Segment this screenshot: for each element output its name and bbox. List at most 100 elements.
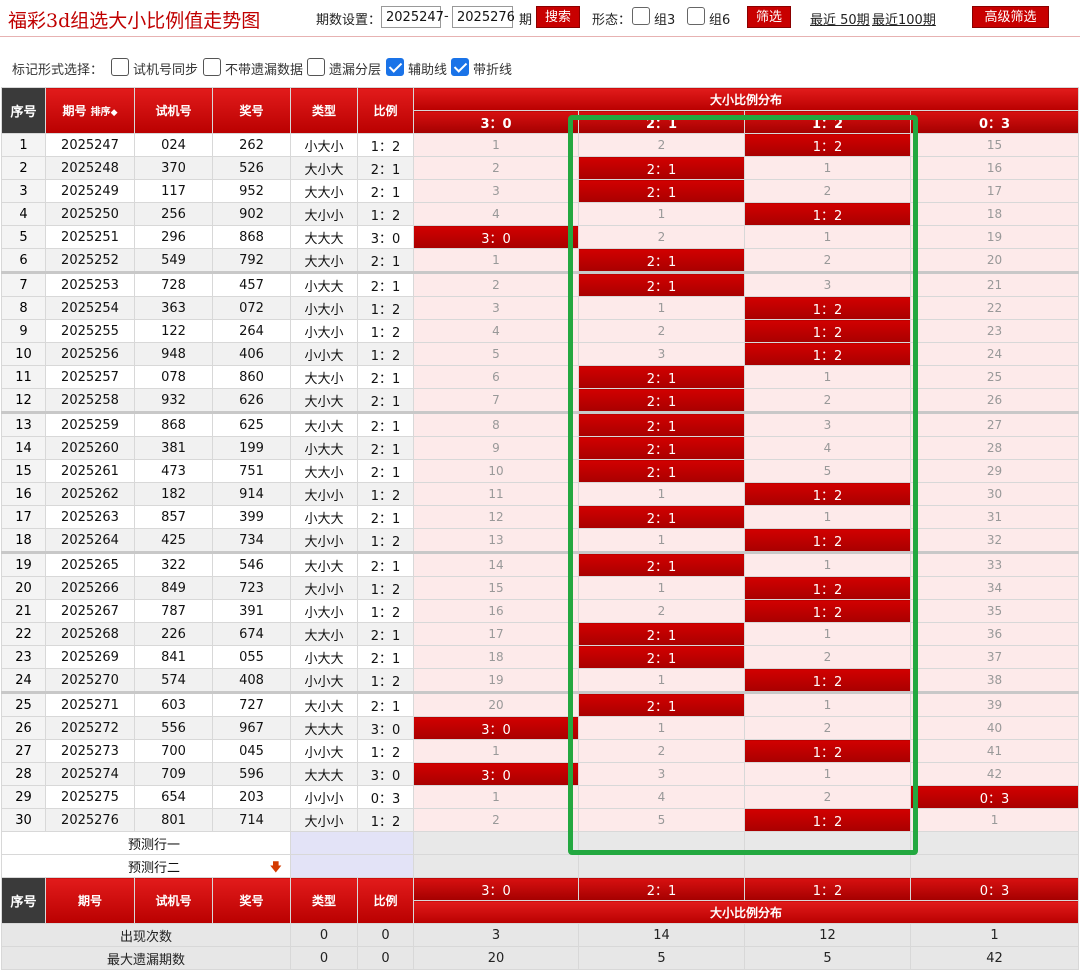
header-issue[interactable]: 期号 排序◆ — [45, 87, 135, 134]
predict-row-2-cell[interactable] — [413, 854, 579, 878]
row-type: 小小小 — [290, 785, 358, 809]
header-type: 类型 — [290, 87, 358, 134]
row-ratio: 2：1 — [357, 551, 414, 577]
table-row: 2 2025248 370 526 大小大 2：1 2 2：1 1 16 — [1, 156, 1080, 180]
row-issue: 2025249 — [45, 179, 135, 203]
row-prize: 751 — [212, 459, 291, 483]
row-ratio: 1：2 — [357, 528, 414, 553]
footer-distribution: 大小比例分布 — [412, 900, 1080, 924]
predict-row-2-cell[interactable] — [744, 854, 911, 878]
table-row: 17 2025263 857 399 小大大 2：1 12 2：1 1 31 — [1, 505, 1080, 529]
search-button[interactable]: 搜索 — [536, 6, 580, 28]
ratio-hit-cell: 2：1 — [578, 551, 745, 577]
row-seq: 7 — [1, 271, 46, 297]
no-missing-data-checkbox[interactable] — [203, 58, 221, 76]
missing-count-cell: 32 — [909, 528, 1080, 553]
period-end-input[interactable]: 2025276 — [452, 6, 515, 28]
recent-100-link[interactable]: 最近100期 — [872, 9, 936, 28]
missing-count-cell: 9 — [413, 436, 579, 460]
predict-row-1-cell[interactable] — [909, 831, 1080, 855]
group6-checkbox[interactable] — [687, 7, 705, 25]
row-ratio: 2：1 — [357, 248, 414, 273]
missing-count-cell: 24 — [909, 342, 1080, 366]
filter-button[interactable]: 筛选 — [747, 6, 791, 28]
row-trial: 700 — [134, 739, 213, 763]
ratio-hit-cell: 1：2 — [744, 319, 911, 343]
predict-row-1-cell[interactable] — [578, 831, 745, 855]
missing-count-cell: 18 — [909, 202, 1080, 226]
row-type: 大小大 — [290, 551, 358, 577]
predict-row-2-cell[interactable] — [909, 854, 1080, 878]
row-type: 小大小 — [290, 599, 358, 623]
period-start-input[interactable]: 2025247 — [381, 6, 444, 28]
table-row: 28 2025274 709 596 大大大 3：0 3：0 3 1 42 — [1, 762, 1080, 786]
row-issue: 2025258 — [45, 388, 135, 413]
table-row: 21 2025267 787 391 小大小 1：2 16 2 1：2 35 — [1, 599, 1080, 623]
missing-count-cell: 33 — [909, 551, 1080, 577]
stat-occurrence-value: 3 — [413, 923, 579, 947]
row-prize: 727 — [212, 691, 291, 717]
predict-row-2-cell[interactable] — [578, 854, 745, 878]
row-ratio: 1：2 — [357, 296, 414, 320]
arrow-down-icon[interactable]: 🡇 — [270, 858, 282, 877]
missing-count-cell: 4 — [578, 785, 745, 809]
row-trial: 256 — [134, 202, 213, 226]
row-issue: 2025251 — [45, 225, 135, 249]
row-seq: 28 — [1, 762, 46, 786]
missing-count-cell: 1 — [413, 785, 579, 809]
row-type: 大大大 — [290, 762, 358, 786]
row-seq: 29 — [1, 785, 46, 809]
predict-row-1-cell[interactable] — [413, 831, 579, 855]
table-row: 24 2025270 574 408 小小大 1：2 19 1 1：2 38 — [1, 668, 1080, 693]
predict-row-1-cell[interactable] — [744, 831, 911, 855]
polyline-checkbox[interactable] — [451, 58, 469, 76]
predict-row-2-text: 预测行二 — [127, 860, 180, 876]
row-issue: 2025252 — [45, 248, 135, 273]
footer-prize: 奖号 — [212, 877, 291, 924]
row-seq: 5 — [1, 225, 46, 249]
ratio-hit-cell: 1：2 — [744, 133, 911, 157]
row-seq: 3 — [1, 179, 46, 203]
period-label: 期数设置： — [316, 13, 382, 28]
missing-count-cell: 1 — [578, 528, 745, 553]
recent-50-link[interactable]: 最近 50期 — [810, 9, 870, 28]
row-type: 小大大 — [290, 645, 358, 669]
ratio-hit-cell: 1：2 — [744, 808, 911, 832]
row-trial: 556 — [134, 716, 213, 740]
row-prize: 199 — [212, 436, 291, 460]
marker-options-label: 标记形式选择： — [12, 63, 104, 78]
table-row: 10 2025256 948 406 小小大 1：2 5 3 1：2 24 — [1, 342, 1080, 366]
row-seq: 19 — [1, 551, 46, 577]
row-ratio: 3：0 — [357, 762, 414, 786]
missing-count-cell: 1 — [413, 248, 579, 273]
row-issue: 2025259 — [45, 411, 135, 437]
row-issue: 2025265 — [45, 551, 135, 577]
row-issue: 2025264 — [45, 528, 135, 553]
aux-line-checkbox[interactable] — [386, 58, 404, 76]
row-trial: 122 — [134, 319, 213, 343]
ratio-hit-cell: 1：2 — [744, 296, 911, 320]
period-unit: 期 — [519, 13, 533, 28]
missing-count-cell: 10 — [413, 459, 579, 483]
missing-count-cell: 16 — [909, 156, 1080, 180]
missing-count-cell: 1 — [413, 739, 579, 763]
group3-checkbox[interactable] — [632, 7, 650, 25]
stat-max-miss-value: 5 — [744, 946, 911, 970]
missing-count-cell: 3 — [413, 179, 579, 203]
ratio-hit-cell: 3：0 — [413, 762, 579, 786]
missing-layer-checkbox[interactable] — [307, 58, 325, 76]
row-type: 大小大 — [290, 691, 358, 717]
missing-count-cell: 22 — [909, 296, 1080, 320]
row-ratio: 1：2 — [357, 808, 414, 832]
header-sort[interactable]: 排序◆ — [91, 107, 118, 118]
row-prize: 674 — [212, 622, 291, 646]
row-issue: 2025250 — [45, 202, 135, 226]
stat-occurrence-value: 12 — [744, 923, 911, 947]
missing-count-cell: 2 — [578, 319, 745, 343]
predict-row-1-input[interactable] — [290, 831, 414, 855]
trial-sync-checkbox[interactable] — [111, 58, 129, 76]
advanced-filter-button[interactable]: 高级筛选 — [972, 6, 1049, 28]
predict-row-2-input[interactable] — [290, 854, 414, 878]
header-ratio-2-1: 2：1 — [578, 110, 745, 134]
row-trial: 787 — [134, 599, 213, 623]
